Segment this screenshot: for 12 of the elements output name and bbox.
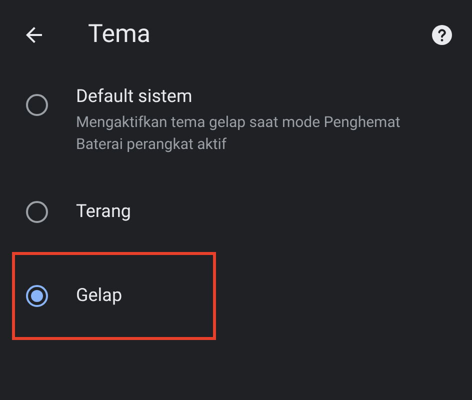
help-icon[interactable] bbox=[430, 23, 454, 47]
option-label: Gelap bbox=[76, 284, 122, 308]
option-label: Default sistem bbox=[76, 85, 194, 109]
page-title: Tema bbox=[88, 19, 152, 52]
radio-button[interactable] bbox=[26, 201, 48, 223]
theme-option[interactable]: Default sistem Mengaktifkan tema gelap saat mode Penghemat Baterai perangkat aktif bbox=[12, 82, 460, 158]
option-label: Terang bbox=[76, 200, 132, 224]
radio-button[interactable] bbox=[26, 94, 48, 116]
highlight-frame[interactable]: Gelap bbox=[12, 252, 216, 340]
radio-button[interactable] bbox=[26, 285, 48, 307]
option-description: Mengaktifkan tema gelap saat mode Penghemat Baterai perangkat aktif bbox=[76, 112, 402, 155]
theme-option[interactable]: Terang bbox=[12, 184, 460, 240]
